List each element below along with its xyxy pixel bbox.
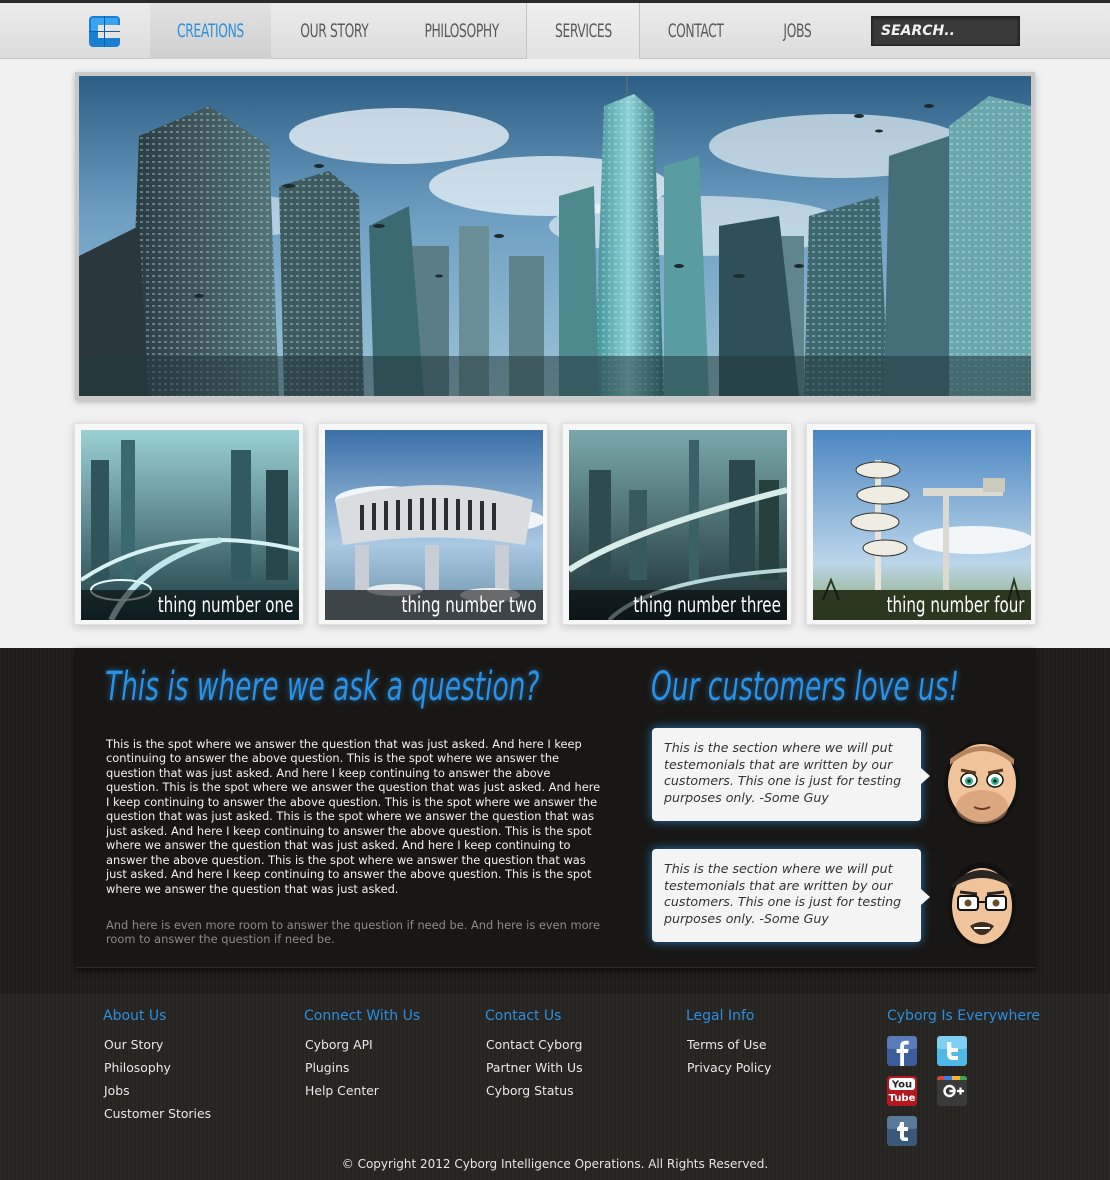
thumbnail-caption: thing number two: [325, 590, 543, 620]
nav-contact[interactable]: Contact: [640, 3, 752, 59]
footer-link[interactable]: Plugins: [304, 1056, 420, 1079]
youtube-icon[interactable]: You Tube: [887, 1076, 917, 1106]
footer-link[interactable]: Terms of Use: [686, 1033, 771, 1056]
footer-link[interactable]: Philosophy: [103, 1056, 211, 1079]
footer-heading: Legal Info: [686, 1008, 755, 1024]
cyborg-logo[interactable]: [89, 16, 120, 47]
thumbnail-caption: thing number four: [813, 590, 1031, 620]
footer-heading: About Us: [103, 1008, 167, 1024]
copyright-text: © Copyright 2012 Cyborg Intelligence Ope…: [341, 1157, 769, 1171]
google-plus-icon[interactable]: [937, 1076, 967, 1106]
thumbnail-card[interactable]: thing number two: [318, 423, 548, 625]
twitter-icon[interactable]: [937, 1036, 967, 1066]
question-answer: This is the spot where we answer the que…: [106, 737, 601, 896]
footer-link[interactable]: Customer Stories: [103, 1102, 211, 1125]
thumbnail-caption: thing number three: [569, 590, 787, 620]
hero-city-image: [79, 76, 1031, 396]
testimonial-bubble: This is the section where we will put te…: [652, 728, 930, 821]
footer-column-legal: Legal Info Terms of Use Privacy Policy: [686, 1008, 771, 1079]
nav-philosophy[interactable]: Philosophy: [397, 3, 526, 59]
footer-column-about: About Us Our Story Philosophy Jobs Custo…: [103, 1008, 211, 1125]
main-nav: Creations Our Story Philosophy Services …: [0, 3, 1110, 59]
footer-link[interactable]: Our Story: [103, 1033, 211, 1056]
footer-link[interactable]: Cyborg API: [304, 1033, 420, 1056]
hero-banner: [75, 72, 1035, 400]
footer-link[interactable]: Privacy Policy: [686, 1056, 771, 1079]
footer-heading: Cyborg Is Everywhere: [887, 1008, 1041, 1024]
customer-avatar: [944, 741, 1020, 827]
thumbnail-card[interactable]: thing number four: [806, 423, 1036, 625]
footer-link[interactable]: Cyborg Status: [485, 1079, 583, 1102]
thumbnail-card[interactable]: thing number one: [74, 423, 304, 625]
footer-heading: Contact Us: [485, 1008, 562, 1024]
testimonials-heading: Our customers love us!: [651, 664, 960, 710]
testimonial-bubble: This is the section where we will put te…: [652, 849, 930, 942]
thumbnail-card[interactable]: thing number three: [562, 423, 792, 625]
footer-column-connect: Connect With Us Cyborg API Plugins Help …: [304, 1008, 420, 1102]
footer-column-social: Cyborg Is Everywhere: [887, 1008, 1040, 1033]
question-answer-more: And here is even more room to answer the…: [106, 918, 600, 947]
youtube-label-bottom: Tube: [889, 1093, 916, 1104]
footer-link[interactable]: Contact Cyborg: [485, 1033, 583, 1056]
facebook-icon[interactable]: [887, 1036, 917, 1066]
nav-services[interactable]: Services: [526, 3, 640, 59]
thumbnail-caption: thing number one: [81, 590, 299, 620]
footer-link[interactable]: Partner With Us: [485, 1056, 583, 1079]
nav-jobs[interactable]: Jobs: [752, 3, 842, 59]
footer-link[interactable]: Jobs: [103, 1079, 211, 1102]
footer-heading: Connect With Us: [304, 1008, 421, 1024]
youtube-label-top: You: [891, 1080, 912, 1091]
tumblr-icon[interactable]: [887, 1116, 917, 1146]
nav-our-story[interactable]: Our Story: [271, 3, 397, 59]
customer-avatar: [948, 862, 1016, 948]
footer-column-contact: Contact Us Contact Cyborg Partner With U…: [485, 1008, 583, 1102]
footer-link[interactable]: Help Center: [304, 1079, 420, 1102]
search-input[interactable]: [871, 16, 1020, 46]
nav-creations[interactable]: Creations: [150, 3, 271, 59]
